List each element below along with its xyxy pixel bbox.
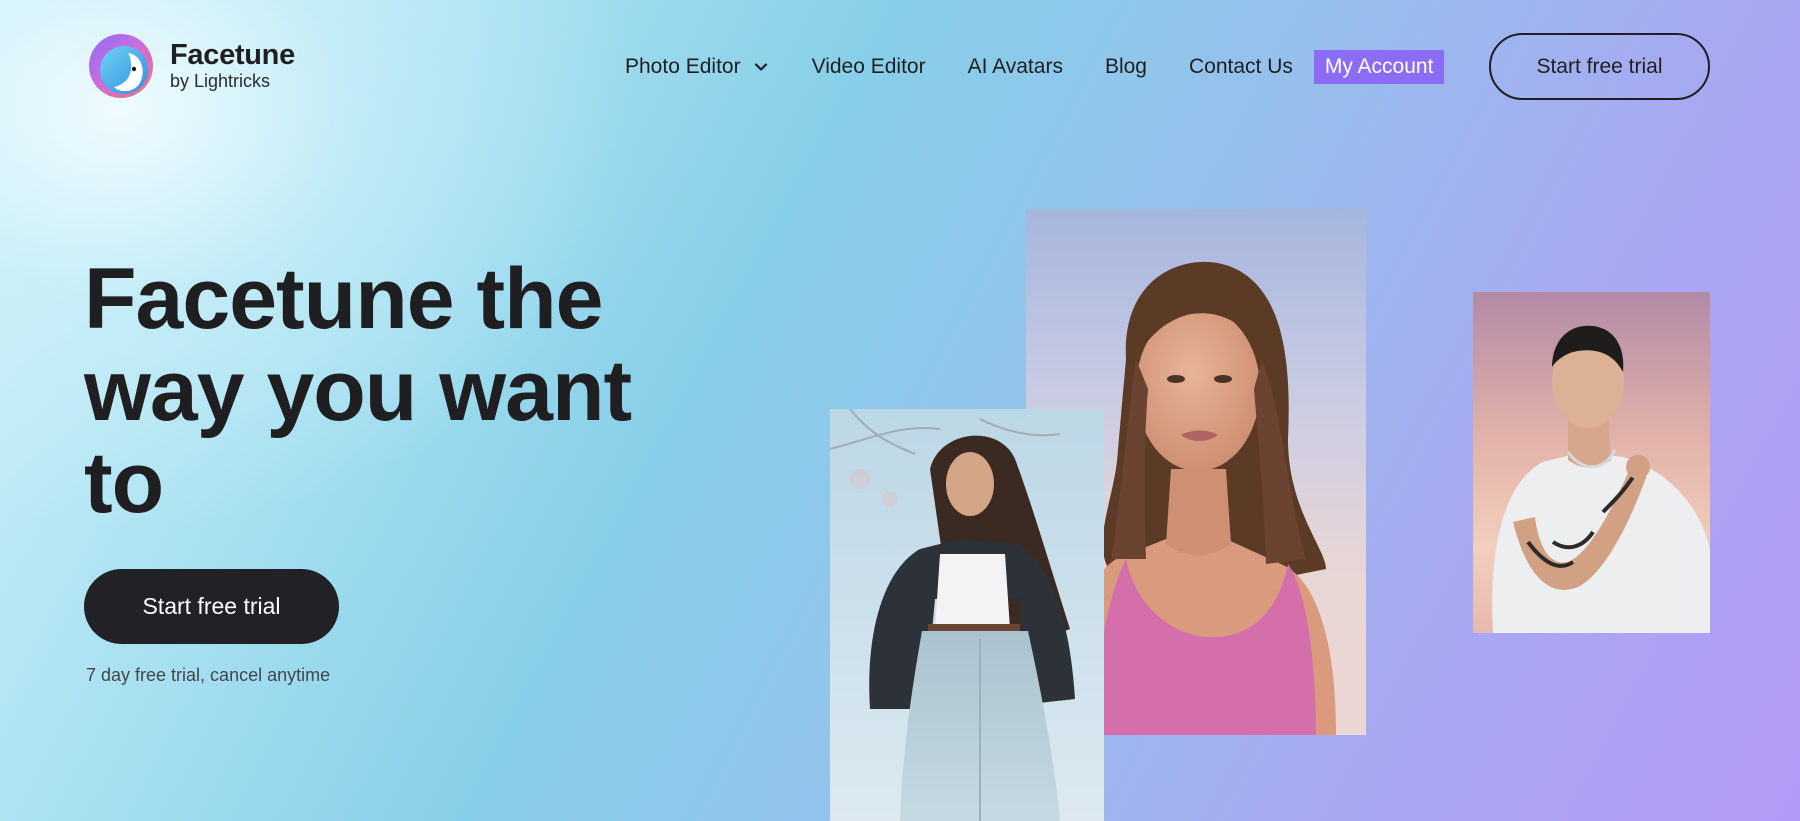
- nav-video-editor[interactable]: Video Editor: [812, 55, 926, 79]
- facetune-logo-icon: [84, 33, 158, 99]
- nav-contact-us[interactable]: Contact Us: [1189, 55, 1293, 79]
- brand-text: Facetune by Lightricks: [170, 40, 295, 92]
- hero-start-trial-button[interactable]: Start free trial: [84, 569, 339, 644]
- hero-headline-line-3: to: [84, 435, 164, 531]
- trial-note: 7 day free trial, cancel anytime: [86, 665, 331, 685]
- photo-woman-leather-jacket: [830, 409, 1104, 821]
- hero-headline-line-2: way you want: [84, 343, 632, 439]
- nav-photo-editor-label: Photo Editor: [625, 55, 741, 78]
- chevron-down-icon: [753, 59, 769, 75]
- nav-photo-editor[interactable]: Photo Editor: [625, 55, 769, 79]
- nav-ai-avatars[interactable]: AI Avatars: [968, 55, 1063, 79]
- nav-blog[interactable]: Blog: [1105, 55, 1147, 79]
- hero-headline: Facetune the way you want to: [84, 253, 724, 529]
- header-start-trial-button[interactable]: Start free trial: [1489, 33, 1710, 100]
- photo-man-white-tshirt: [1473, 292, 1710, 633]
- brand-logo[interactable]: Facetune by Lightricks: [84, 33, 295, 99]
- brand-name: Facetune: [170, 39, 295, 71]
- hero-headline-line-1: Facetune the: [84, 251, 603, 347]
- brand-subtitle: by Lightricks: [170, 71, 271, 91]
- nav-my-account[interactable]: My Account: [1313, 50, 1445, 84]
- main-nav: Photo Editor Video Editor AI Avatars Blo…: [625, 47, 1445, 87]
